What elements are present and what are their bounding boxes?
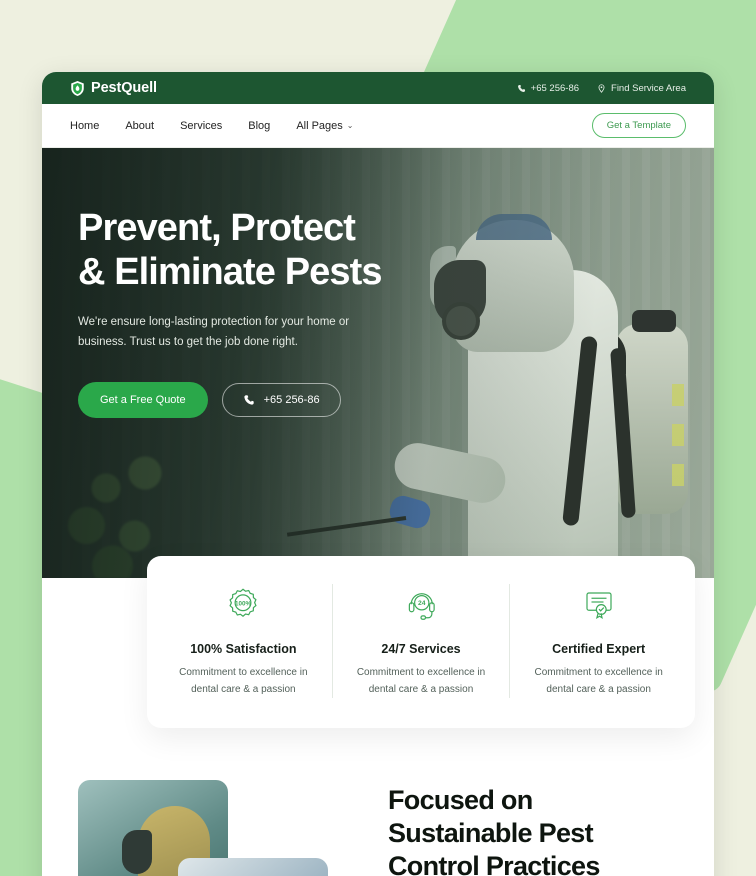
feature-description: Commitment to excellence in dental care … bbox=[356, 667, 486, 695]
feature-card-satisfaction[interactable]: 100% 100% Satisfaction Commitment to exc… bbox=[155, 584, 333, 698]
hero-title: Prevent, Protect & Eliminate Pests bbox=[78, 207, 383, 294]
feature-title: Certified Expert bbox=[552, 642, 646, 656]
section2-title: Focused on Sustainable Pest Control Prac… bbox=[388, 785, 600, 876]
hero-actions: Get a Free Quote +65 256-86 bbox=[78, 382, 714, 419]
section2-text: Focused on Sustainable Pest Control Prac… bbox=[388, 780, 686, 876]
badge-100-percent-icon: 100% bbox=[167, 584, 320, 626]
phone-icon bbox=[243, 394, 255, 406]
hero-section: Prevent, Protect & Eliminate Pests We're… bbox=[42, 148, 714, 578]
feature-title: 24/7 Services bbox=[381, 642, 461, 656]
top-utility-right: +65 256-86 Find Service Area bbox=[517, 83, 686, 94]
nav-item-services-label: Services bbox=[180, 119, 223, 132]
brand-logo[interactable]: PestQuell bbox=[70, 80, 157, 97]
feature-card-24-7-services[interactable]: 24 24/7 Services Commitment to excellenc… bbox=[333, 584, 511, 698]
nav-item-about-label: About bbox=[125, 119, 155, 132]
svg-text:100%: 100% bbox=[235, 600, 252, 607]
section2-image-secondary bbox=[178, 858, 328, 876]
phone-icon bbox=[517, 84, 526, 93]
nav-item-all-pages[interactable]: All Pages ⌄ bbox=[296, 120, 353, 132]
topbar-service-area-label: Find Service Area bbox=[611, 82, 686, 94]
topbar-service-area[interactable]: Find Service Area bbox=[597, 83, 686, 94]
respirator-mask bbox=[122, 830, 152, 874]
hero-phone-button[interactable]: +65 256-86 bbox=[221, 383, 341, 418]
feature-description: Commitment to excellence in dental care … bbox=[179, 667, 308, 695]
nav-item-about[interactable]: About bbox=[125, 120, 154, 132]
section2-images bbox=[70, 780, 360, 876]
nav-item-services[interactable]: Services bbox=[180, 120, 222, 132]
hero-content: Prevent, Protect & Eliminate Pests We're… bbox=[42, 148, 714, 419]
main-navigation: Home About Services Blog All Pages ⌄ Get… bbox=[42, 104, 714, 148]
certificate-icon bbox=[522, 584, 675, 626]
shield-icon bbox=[70, 80, 85, 97]
get-a-free-quote-button[interactable]: Get a Free Quote bbox=[78, 382, 208, 419]
feature-description: Commitment to excellence in dental care … bbox=[534, 667, 663, 695]
nav-item-blog[interactable]: Blog bbox=[248, 120, 270, 132]
svg-text:24: 24 bbox=[418, 600, 426, 607]
feature-card-certified-expert[interactable]: Certified Expert Commitment to excellenc… bbox=[510, 584, 687, 698]
feature-cards: 100% 100% Satisfaction Commitment to exc… bbox=[147, 556, 695, 728]
brand-name: PestQuell bbox=[91, 80, 157, 96]
topbar-phone-label: +65 256-86 bbox=[530, 82, 580, 94]
nav-item-all-pages-label: All Pages bbox=[296, 119, 343, 132]
top-utility-bar: PestQuell +65 256-86 Find Service Area bbox=[42, 72, 714, 104]
topbar-phone[interactable]: +65 256-86 bbox=[517, 83, 579, 94]
nav-links: Home About Services Blog All Pages ⌄ bbox=[70, 120, 354, 132]
feature-title: 100% Satisfaction bbox=[190, 642, 297, 656]
hero-subtitle: We're ensure long-lasting protection for… bbox=[78, 316, 350, 349]
hero-phone-label: +65 256-86 bbox=[263, 394, 320, 407]
website-preview-card: PestQuell +65 256-86 Find Service Area H… bbox=[42, 72, 714, 876]
location-pin-icon bbox=[597, 83, 606, 93]
get-a-template-button[interactable]: Get a Template bbox=[591, 113, 686, 138]
nav-item-home-label: Home bbox=[70, 119, 100, 132]
nav-item-home[interactable]: Home bbox=[70, 120, 99, 132]
chevron-down-icon: ⌄ bbox=[346, 121, 354, 130]
sustainable-practices-section: Focused on Sustainable Pest Control Prac… bbox=[42, 780, 714, 876]
headset-24-icon: 24 bbox=[345, 584, 498, 626]
nav-item-blog-label: Blog bbox=[248, 119, 271, 132]
